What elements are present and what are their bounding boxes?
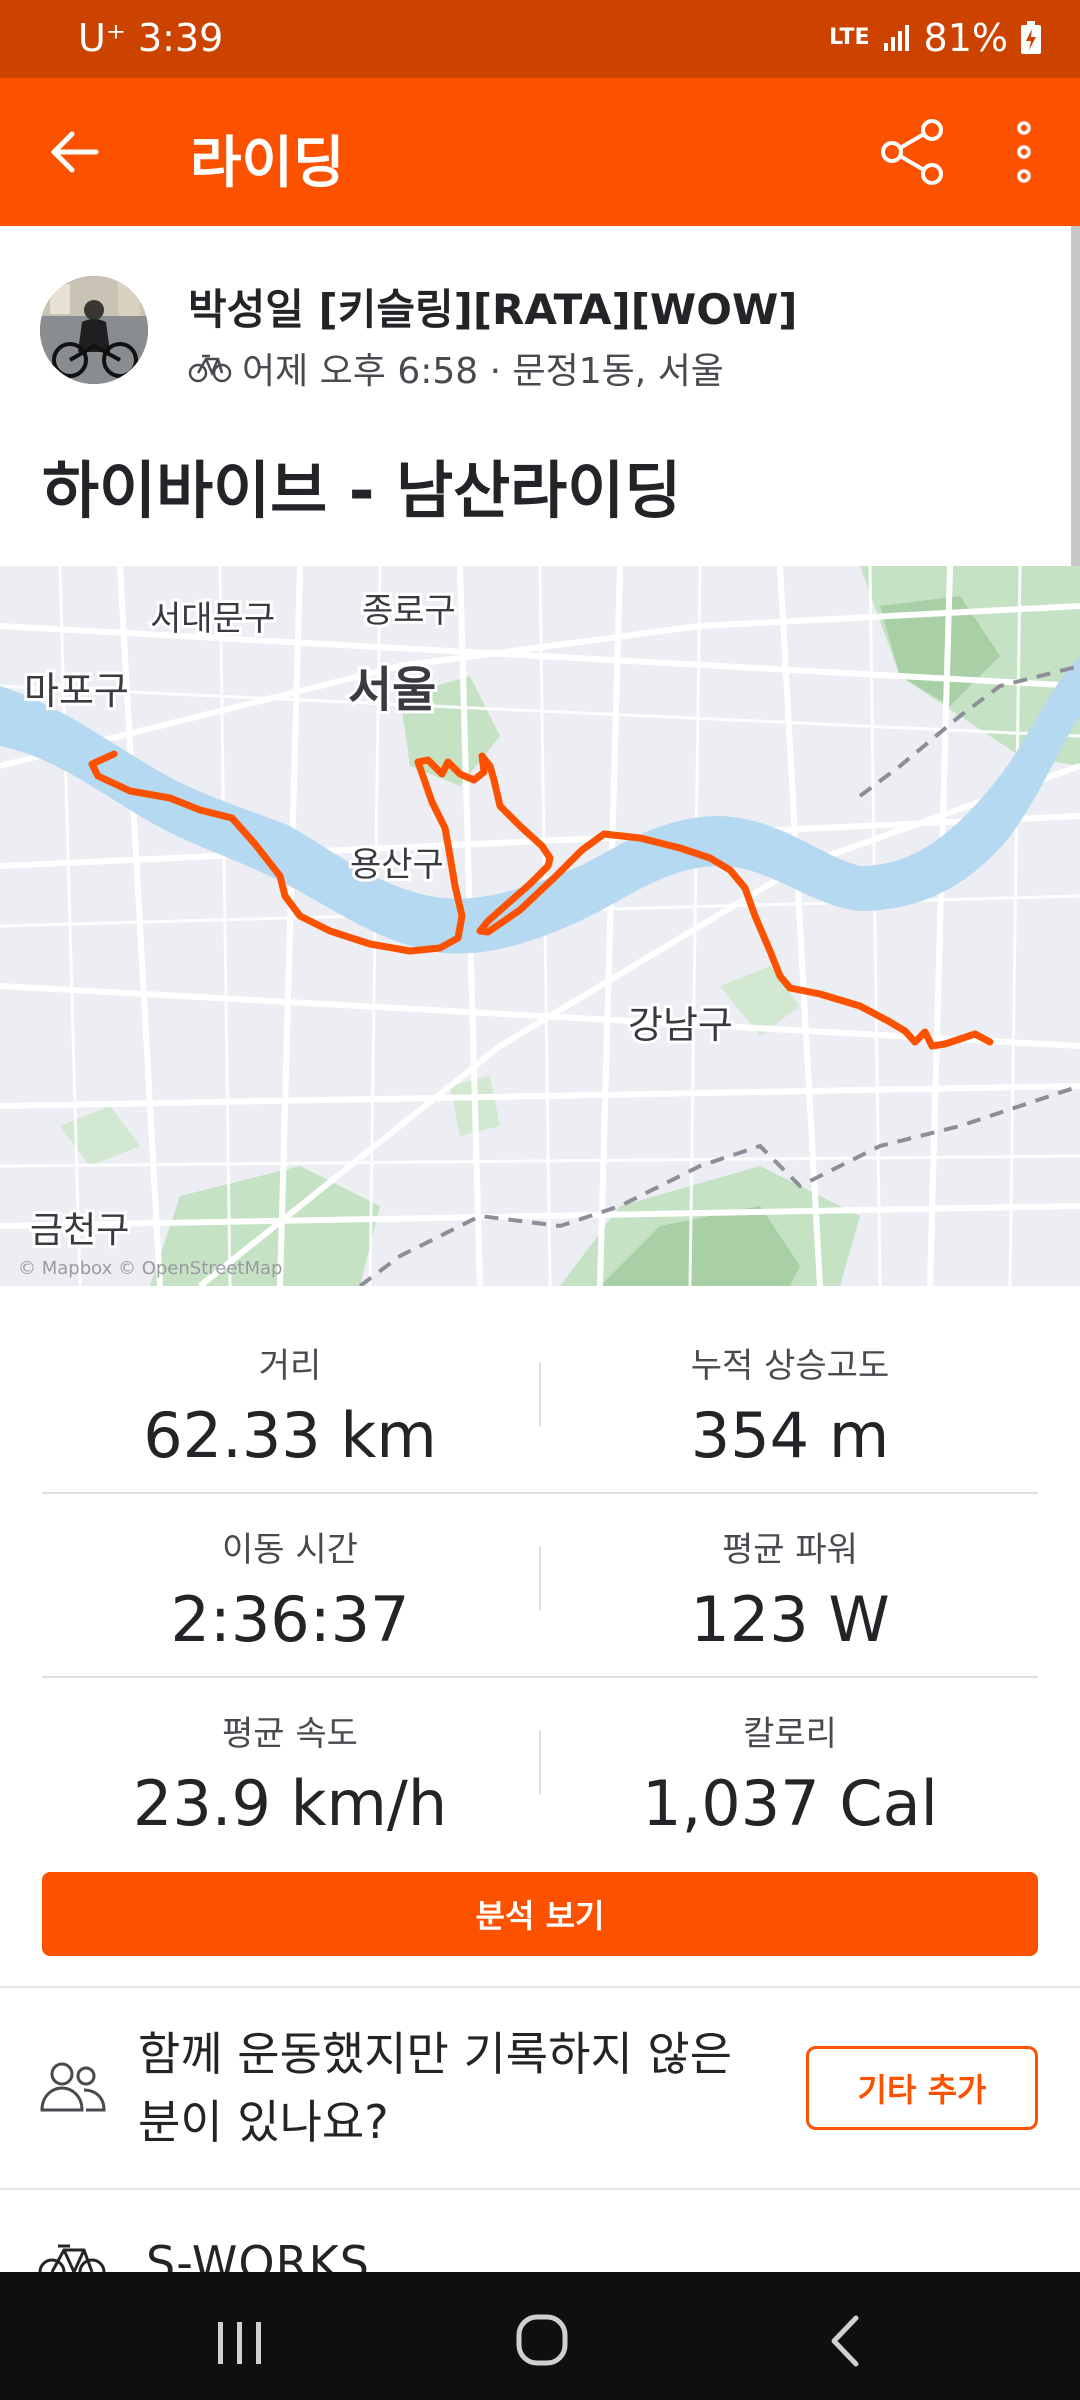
app-bar: 라이딩 [0,78,1080,226]
page-title: 라이딩 [190,131,345,196]
clock: 3:39 [137,16,224,60]
stat-divider [539,1730,541,1794]
stat-avg-speed-value: 23.9 km/h [132,1767,448,1840]
stat-moving-time: 이동 시간 2:36:37 [40,1522,540,1656]
bike-icon [188,354,232,383]
avatar[interactable] [40,276,148,384]
recent-apps-icon[interactable] [210,2318,270,2368]
activity-datetime-location: 어제 오후 6:58 · 문정1동, 서울 [242,351,724,392]
map-label-seoul: 서울 [348,662,436,718]
home-icon[interactable] [512,2310,572,2370]
back-arrow-icon[interactable] [38,116,110,188]
stat-elevation-value: 354 m [690,1399,890,1472]
activity-header: 박성일 [키슬링][RATA][WOW] 어제 오후 6:58 · 문정1동, … [0,226,1080,566]
stat-avg-speed-label: 평균 속도 [222,1714,358,1754]
more-vertical-icon[interactable] [1000,114,1048,190]
analyze-button[interactable]: 분석 보기 [42,1872,1038,1956]
stat-elevation: 누적 상승고도 354 m [540,1338,1040,1472]
status-bar: U⁺ 3:39 LTE 81% [0,0,1080,78]
map-label-gangnam: 강남구 [628,1003,733,1047]
share-icon[interactable] [874,114,950,190]
stat-divider [539,1362,541,1426]
row-divider [42,1676,1038,1678]
stat-avg-speed: 평균 속도 23.9 km/h [40,1706,540,1840]
stat-avg-power: 평균 파워 123 W [540,1522,1040,1656]
carrier-label: U⁺ [78,16,126,60]
stat-divider [539,1546,541,1610]
stat-moving-time-label: 이동 시간 [222,1530,358,1570]
map-label-geumcheon: 금천구 [30,1210,129,1251]
map-attribution[interactable]: © Mapbox © OpenStreetMap [18,1258,282,1279]
stat-distance-label: 거리 [258,1346,322,1386]
stat-elevation-label: 누적 상승고도 [690,1346,890,1386]
status-right: LTE 81% [829,16,1042,60]
row-divider [42,1492,1038,1494]
stat-calories: 칼로리 1,037 Cal [540,1706,1040,1840]
map-label-jongno: 종로구 [362,591,456,631]
signal-icon [883,25,909,51]
map-label-mapo: 마포구 [24,669,129,713]
stat-avg-power-label: 평균 파워 [722,1530,858,1570]
stat-calories-label: 칼로리 [743,1714,837,1754]
nav-back-icon[interactable] [820,2312,872,2370]
stat-distance-value: 62.33 km [143,1399,437,1472]
battery-charging-icon [1021,21,1041,54]
activity-meta: 어제 오후 6:58 · 문정1동, 서울 [188,342,724,394]
add-others-button[interactable]: 기타 추가 [806,2046,1038,2130]
map-label-yongsan: 용산구 [350,845,444,885]
stat-avg-power-value: 123 W [690,1583,890,1656]
status-left: U⁺ 3:39 [78,16,223,60]
missing-partner-prompt: 함께 운동했지만 기록하지 않은 분이 있나요? [138,2027,733,2149]
stat-calories-value: 1,037 Cal [642,1767,938,1840]
battery-percent: 81% [923,16,1008,60]
athlete-name[interactable]: 박성일 [키슬링][RATA][WOW] [188,276,797,337]
route-map[interactable]: 마포구 서대문구 종로구 서울 용산구 강남구 금천구 © Mapbox © O… [0,566,1080,1286]
network-type: LTE [829,25,870,50]
section-divider [0,2188,1080,2190]
stat-moving-time-value: 2:36:37 [170,1583,410,1656]
section-divider [0,1986,1080,1988]
group-icon [40,2062,106,2112]
activity-title: 하이바이브 - 남산라이딩 [42,454,682,527]
stat-distance: 거리 62.33 km [40,1338,540,1472]
map-label-seodaemun: 서대문구 [150,599,275,639]
